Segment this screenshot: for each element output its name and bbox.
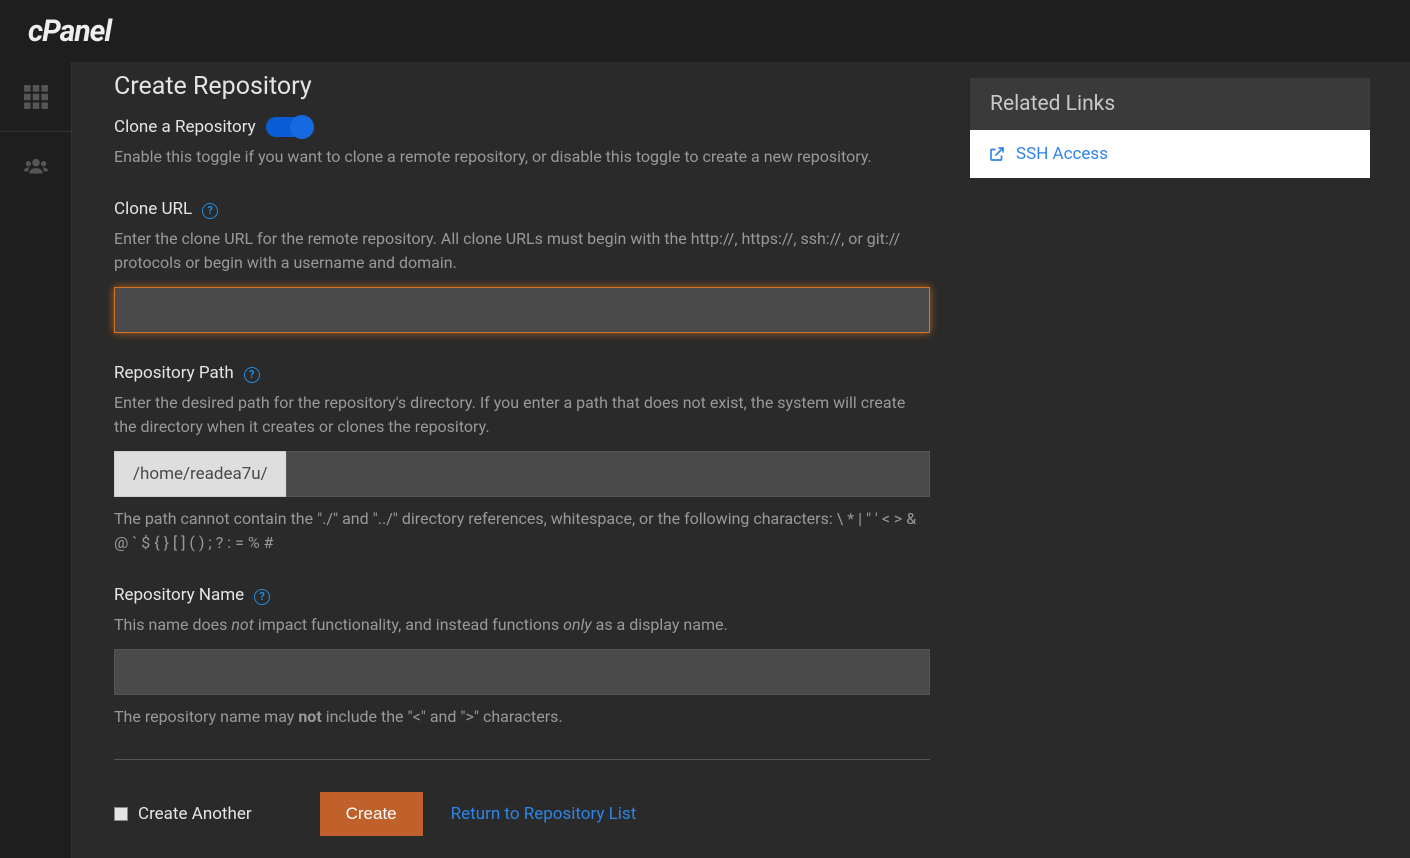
related-links-panel: Related Links SSH Access [970,72,1370,836]
repo-path-section: Repository Path ? Enter the desired path… [114,363,930,555]
main-layout: Create Repository Clone a Repository Ena… [0,62,1410,858]
help-icon[interactable]: ? [202,203,218,219]
app-header: cPanel [0,0,1410,62]
repo-path-prefix: /home/readea7u/ [114,451,286,497]
left-rail [0,62,72,858]
apps-grid-icon[interactable] [0,62,72,132]
repo-path-input[interactable] [286,451,930,497]
repo-name-description: This name does not impact functionality,… [114,613,930,637]
help-icon[interactable]: ? [254,589,270,605]
clone-toggle-description: Enable this toggle if you want to clone … [114,145,930,169]
related-links-title: Related Links [970,78,1370,130]
action-row: Create Another Create Return to Reposito… [114,792,930,836]
repo-path-label: Repository Path [114,363,234,383]
divider [114,759,930,760]
create-another-checkbox[interactable] [114,807,128,821]
content-area: Create Repository Clone a Repository Ena… [72,62,1410,858]
clone-toggle-label: Clone a Repository [114,117,256,137]
clone-url-section: Clone URL ? Enter the clone URL for the … [114,199,930,333]
repo-name-input[interactable] [114,649,930,695]
toggle-knob [290,115,314,139]
clone-toggle[interactable] [266,117,312,137]
clone-url-description: Enter the clone URL for the remote repos… [114,227,930,275]
repo-path-hint: The path cannot contain the "./" and "..… [114,507,930,555]
external-link-icon [988,145,1006,163]
repo-name-label: Repository Name [114,585,244,605]
clone-toggle-section: Clone a Repository Enable this toggle if… [114,117,930,169]
ssh-access-link[interactable]: SSH Access [970,130,1370,178]
help-icon[interactable]: ? [244,367,260,383]
page-title: Create Repository [114,72,930,101]
repo-path-description: Enter the desired path for the repositor… [114,391,930,439]
clone-url-label: Clone URL [114,199,192,219]
create-another-label: Create Another [138,804,252,824]
ssh-access-label: SSH Access [1016,144,1108,164]
create-button[interactable]: Create [320,792,423,836]
clone-url-input[interactable] [114,287,930,333]
cpanel-logo: cPanel [28,14,111,49]
users-icon[interactable] [0,132,72,202]
return-link[interactable]: Return to Repository List [451,804,637,824]
repo-name-section: Repository Name ? This name does not imp… [114,585,930,729]
repo-name-hint: The repository name may not include the … [114,705,930,729]
